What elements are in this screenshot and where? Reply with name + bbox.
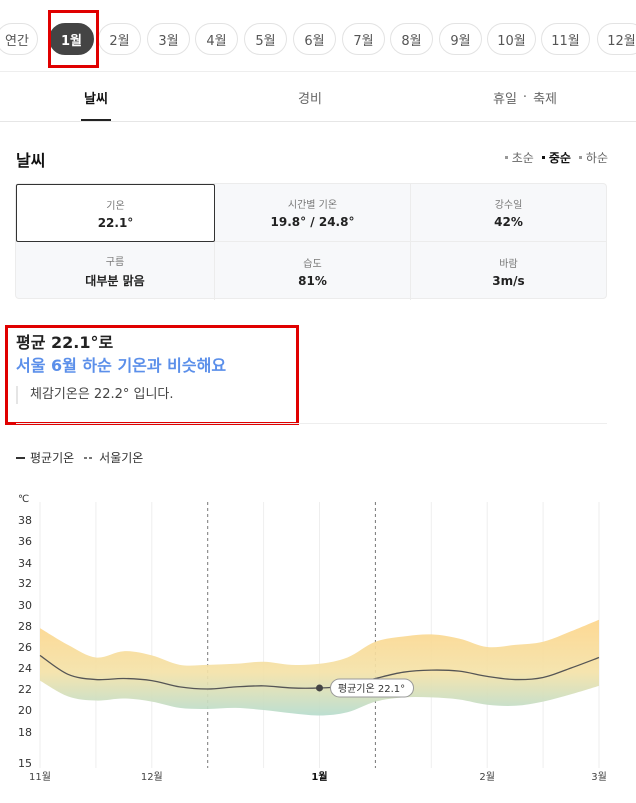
stat-label: 강수일 xyxy=(494,200,523,211)
stat-label: 바람 xyxy=(499,258,518,270)
y-tick-label: 32 xyxy=(18,577,32,590)
month-pill-1[interactable]: 1월 xyxy=(49,23,94,55)
marker-tooltip-label: 평균기온 22.1° xyxy=(338,683,405,695)
legend-dashed-line-icon xyxy=(84,456,95,459)
y-tick-label: 38 xyxy=(18,514,32,527)
y-tick-label: 28 xyxy=(18,620,32,633)
chart-legend: 평균기온 서울기온 xyxy=(16,449,143,466)
period-option-0[interactable]: 초순 xyxy=(504,149,534,166)
y-tick-label: 18 xyxy=(18,726,32,739)
month-pill-5[interactable]: 5월 xyxy=(244,23,287,55)
y-tick-label: 24 xyxy=(18,662,32,675)
month-pill-2[interactable]: 2월 xyxy=(98,23,141,55)
bullet-icon xyxy=(504,156,508,159)
x-tick-label: 2월 xyxy=(479,771,495,783)
x-tick-label: 11월 xyxy=(29,771,51,783)
y-tick-label: 34 xyxy=(18,557,32,570)
legend-seoul-label: 서울기온 xyxy=(99,451,144,465)
tab-weather[interactable]: 날씨 xyxy=(56,72,136,122)
separator-dot: · xyxy=(522,89,528,105)
month-pill-8[interactable]: 8월 xyxy=(390,23,433,55)
stat-cell-4[interactable]: 습도 81% xyxy=(215,242,411,300)
month-selector: 연간 1월 2월 3월 4월 5월 6월 7월 8월 9월 10월 11월 12월 xyxy=(0,0,636,72)
y-tick-label: 30 xyxy=(18,599,32,612)
stat-value: 3m/s xyxy=(492,273,525,288)
stat-value: 대부분 맑음 xyxy=(85,274,145,288)
summary-comparison: 서울 6월 하순 기온과 비슷해요 xyxy=(16,356,227,375)
bullet-icon xyxy=(541,156,545,159)
month-pill-3[interactable]: 3월 xyxy=(147,23,190,55)
month-pill-9[interactable]: 9월 xyxy=(439,23,482,55)
section-title: 날씨 xyxy=(16,151,46,170)
stat-label: 시간별 기온 xyxy=(287,200,338,211)
stat-value: 81% xyxy=(298,273,327,288)
stat-label: 습도 xyxy=(303,258,322,270)
period-label: 초순 xyxy=(511,151,534,165)
marker-dot xyxy=(316,684,323,692)
y-tick-label: 15 xyxy=(18,757,32,770)
period-label: 중순 xyxy=(548,151,571,165)
summary-headline: 평균 22.1°로 xyxy=(16,333,114,352)
stat-value: 22.1° xyxy=(97,215,134,230)
period-label: 하순 xyxy=(585,151,608,165)
x-tick-label: 1월 xyxy=(311,771,327,783)
stat-cell-0[interactable]: 기온 22.1° xyxy=(16,184,215,242)
tab-underline xyxy=(81,119,111,121)
tab-bar: 날씨 경비 휴일 · 축제 xyxy=(0,72,636,122)
legend-seoul: 서울기온 xyxy=(84,449,143,466)
month-pill-4[interactable]: 4월 xyxy=(195,23,238,55)
legend-avg-label: 평균기온 xyxy=(30,451,75,465)
bullet-icon xyxy=(578,156,582,159)
temperature-chart: ℃ 15 18 20 22 24 26 28 30 32 34 36 38 평균기온 22.1° 11월 12… xyxy=(18,494,607,783)
month-pill-12[interactable]: 12월 xyxy=(597,23,636,55)
tab-expense[interactable]: 경비 xyxy=(270,72,350,122)
feels-like-note: 체감기온은 22.2° 입니다. xyxy=(16,386,174,404)
divider xyxy=(16,423,607,424)
stat-cell-2[interactable]: 강수일 42% xyxy=(411,184,606,242)
month-pill-7[interactable]: 7월 xyxy=(342,23,385,55)
legend-avg: 평균기온 xyxy=(16,449,74,466)
y-tick-label: 26 xyxy=(18,641,32,654)
stat-label: 기온 xyxy=(106,200,125,212)
period-option-1[interactable]: 중순 xyxy=(541,149,571,166)
month-pill-10[interactable]: 10월 xyxy=(487,23,536,55)
legend-solid-line-icon xyxy=(16,456,25,459)
y-axis-unit: ℃ xyxy=(18,494,29,505)
tab-holiday-label: 휴일 xyxy=(493,91,517,107)
stat-value: 42% xyxy=(494,215,523,229)
period-selector: 초순 중순 하순 xyxy=(504,149,608,166)
stat-label: 구름 xyxy=(105,257,125,268)
x-tick-label: 3월 xyxy=(591,771,607,783)
month-pill-6[interactable]: 6월 xyxy=(293,23,336,55)
stat-cell-1[interactable]: 시간별 기온 19.8° / 24.8° xyxy=(215,184,411,242)
x-tick-label: 12월 xyxy=(141,771,163,783)
y-tick-label: 36 xyxy=(18,535,32,548)
period-option-2[interactable]: 하순 xyxy=(578,149,608,166)
tab-holiday-festival[interactable]: 휴일 · 축제 xyxy=(470,72,580,122)
weather-stats-grid: 기온 22.1° 시간별 기온 19.8° / 24.8° 강수일 42% 구름대부분 맑음… xyxy=(15,183,607,300)
stat-cell-3[interactable]: 구름대부분 맑음 xyxy=(16,242,215,300)
stat-cell-5[interactable]: 바람 3m/s xyxy=(411,242,606,300)
tab-festival-label: 축제 xyxy=(533,91,557,107)
stat-value: 19.8° / 24.8° xyxy=(270,215,355,229)
month-pill-11[interactable]: 11월 xyxy=(541,23,590,55)
y-tick-label: 20 xyxy=(18,704,32,717)
y-tick-label: 22 xyxy=(18,683,32,696)
month-pill-0[interactable]: 연간 xyxy=(0,23,38,55)
